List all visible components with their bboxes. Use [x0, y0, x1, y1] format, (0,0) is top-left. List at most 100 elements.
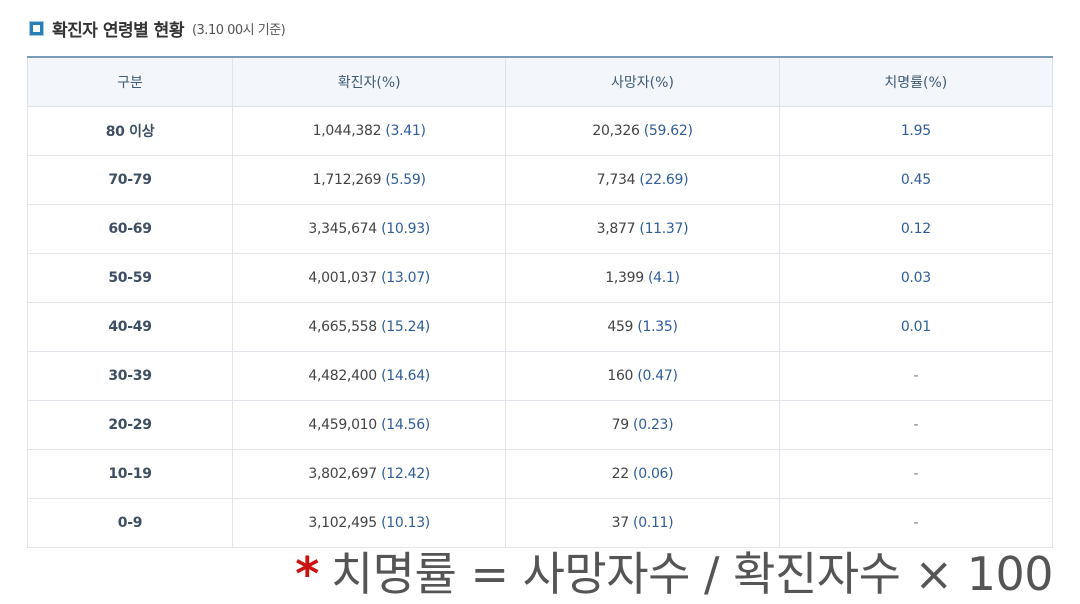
age-group-cell: 70-79: [27, 155, 233, 205]
header-deaths: 사망자(%): [505, 57, 780, 107]
deaths-cell: 459 (1.35): [505, 302, 780, 352]
cases-cell: 4,665,558 (15.24): [231, 302, 507, 352]
fatality-cell: -: [778, 498, 1054, 548]
cases-cell: 3,802,697 (12.42): [231, 449, 507, 499]
deaths-count: 3,877: [596, 221, 636, 237]
cases-cell: 3,102,495 (10.13): [231, 498, 507, 548]
deaths-percent: (1.35): [637, 319, 678, 335]
fatality-cell: 0.12: [778, 204, 1054, 254]
cases-count: 4,001,037: [308, 270, 377, 286]
age-group-cell: 60-69: [27, 204, 233, 254]
cases-percent: (12.42): [381, 466, 430, 482]
asterisk-mark: *: [295, 547, 319, 601]
fatality-cell: 0.03: [778, 253, 1054, 303]
deaths-percent: (59.62): [643, 123, 693, 139]
cases-percent: (13.07): [381, 270, 430, 286]
deaths-cell: 79 (0.23): [505, 400, 780, 450]
formula-text: 치명률 = 사망자수 / 확진자수 × 100: [330, 547, 1054, 601]
deaths-count: 20,326: [592, 123, 640, 139]
deaths-cell: 160 (0.47): [505, 351, 780, 401]
deaths-cell: 7,734 (22.69): [505, 155, 780, 205]
cases-cell: 1,044,382 (3.41): [231, 106, 507, 156]
deaths-percent: (0.47): [637, 368, 678, 384]
table-row: 60-69 3,345,674 (10.93) 3,877 (11.37) 0.12: [27, 204, 1054, 254]
fatality-rate: 0.03: [900, 270, 931, 286]
section-title: 확진자 연령별 현황 (3.10 00시 기준): [29, 14, 286, 42]
header-cases: 확진자(%): [231, 57, 507, 107]
cases-count: 4,665,558: [308, 319, 377, 335]
fatality-rate: -: [913, 368, 919, 384]
cases-count: 3,102,495: [308, 515, 377, 531]
cases-percent: (14.64): [381, 368, 430, 384]
fatality-cell: 0.45: [778, 155, 1054, 205]
table-body: 80 이상 1,044,382 (3.41) 20,326 (59.62) 1.95 7…: [27, 106, 1054, 548]
fatality-cell: -: [778, 400, 1054, 450]
fatality-rate: 1.95: [900, 123, 931, 139]
cases-percent: (10.13): [381, 515, 430, 531]
header-fatality: 치명률(%): [778, 57, 1054, 107]
deaths-cell: 22 (0.06): [505, 449, 780, 499]
deaths-cell: 1,399 (4.1): [505, 253, 780, 303]
fatality-rate: 0.45: [900, 172, 931, 188]
page-subtitle: (3.10 00시 기준): [191, 22, 286, 38]
fatality-rate: -: [913, 417, 919, 433]
deaths-percent: (0.11): [633, 515, 674, 531]
deaths-cell: 20,326 (59.62): [505, 106, 780, 156]
deaths-count: 22: [611, 466, 630, 482]
cases-cell: 3,345,674 (10.93): [231, 204, 507, 254]
deaths-percent: (0.23): [633, 417, 674, 433]
age-group-cell: 40-49: [27, 302, 233, 352]
fatality-cell: 0.01: [778, 302, 1054, 352]
fatality-cell: -: [778, 351, 1054, 401]
cases-cell: 4,459,010 (14.56): [231, 400, 507, 450]
age-group-cell: 0-9: [27, 498, 233, 548]
table-row: 20-29 4,459,010 (14.56) 79 (0.23) -: [27, 400, 1054, 450]
deaths-percent: (11.37): [639, 221, 689, 237]
deaths-count: 160: [607, 368, 634, 384]
cases-percent: (5.59): [385, 172, 426, 188]
cases-count: 4,482,400: [308, 368, 377, 384]
table-row: 80 이상 1,044,382 (3.41) 20,326 (59.62) 1.95: [27, 106, 1054, 156]
deaths-cell: 37 (0.11): [505, 498, 780, 548]
fatality-rate: 0.01: [900, 319, 931, 335]
deaths-count: 79: [611, 417, 630, 433]
cases-count: 1,044,382: [312, 123, 382, 139]
cases-count: 3,802,697: [308, 466, 377, 482]
cases-percent: (10.93): [381, 221, 430, 237]
cases-percent: (15.24): [381, 319, 430, 335]
fatality-cell: 1.95: [778, 106, 1054, 156]
page-title: 확진자 연령별 현황: [52, 20, 184, 41]
table-header-row: 구분 확진자(%) 사망자(%) 치명률(%): [27, 57, 1054, 107]
deaths-count: 1,399: [605, 270, 644, 286]
age-group-cell: 10-19: [27, 449, 233, 499]
cases-count: 3,345,674: [308, 221, 377, 237]
age-group-cell: 30-39: [27, 351, 233, 401]
cases-cell: 4,001,037 (13.07): [231, 253, 507, 303]
table-row: 0-9 3,102,495 (10.13) 37 (0.11) -: [27, 498, 1054, 548]
fatality-formula-note: * 치명률 = 사망자수 / 확진자수 × 100: [295, 544, 1053, 604]
table-row: 70-79 1,712,269 (5.59) 7,734 (22.69) 0.45: [27, 155, 1054, 205]
age-group-cell: 50-59: [27, 253, 233, 303]
age-stats-table: 구분 확진자(%) 사망자(%) 치명률(%) 80 이상 1,044,382 (…: [27, 56, 1054, 548]
cases-percent: (3.41): [385, 123, 426, 139]
cases-count: 1,712,269: [312, 172, 382, 188]
fatality-rate: -: [913, 515, 919, 531]
deaths-cell: 3,877 (11.37): [505, 204, 780, 254]
deaths-percent: (4.1): [648, 270, 680, 286]
fatality-cell: -: [778, 449, 1054, 499]
cases-cell: 1,712,269 (5.59): [231, 155, 507, 205]
deaths-percent: (0.06): [633, 466, 674, 482]
deaths-percent: (22.69): [639, 172, 689, 188]
cases-count: 4,459,010: [308, 417, 377, 433]
header-category: 구분: [27, 57, 233, 107]
cases-percent: (14.56): [381, 417, 430, 433]
table-row: 50-59 4,001,037 (13.07) 1,399 (4.1) 0.03: [27, 253, 1054, 303]
fatality-rate: 0.12: [900, 221, 931, 237]
table-row: 10-19 3,802,697 (12.42) 22 (0.06) -: [27, 449, 1054, 499]
age-group-cell: 80 이상: [27, 106, 233, 156]
fatality-rate: -: [913, 466, 919, 482]
age-group-cell: 20-29: [27, 400, 233, 450]
deaths-count: 459: [607, 319, 634, 335]
table-row: 40-49 4,665,558 (15.24) 459 (1.35) 0.01: [27, 302, 1054, 352]
deaths-count: 7,734: [596, 172, 636, 188]
